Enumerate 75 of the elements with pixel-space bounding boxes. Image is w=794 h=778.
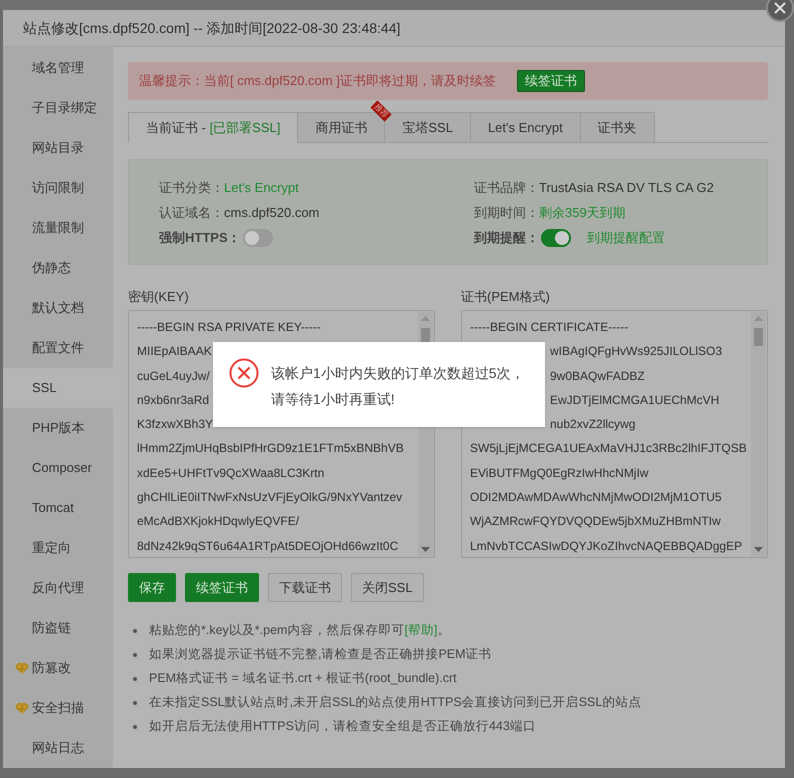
field-value: TrustAsia RSA DV TLS CA G2 bbox=[539, 178, 714, 197]
sidebar-item[interactable]: 反向代理 bbox=[3, 568, 113, 608]
scroll-down-icon[interactable] bbox=[754, 547, 763, 552]
sidebar-item[interactable]: 防篡改 bbox=[3, 648, 113, 688]
text-line: MIIEpAIBAAK bbox=[137, 344, 212, 358]
tab[interactable]: 证书夹 bbox=[580, 112, 655, 143]
field-label: 密钥(KEY) bbox=[128, 288, 190, 305]
sidebar-item[interactable]: 网站目录 bbox=[3, 128, 113, 168]
text-line: WjAZMRcwFQYDVQQDEw5jbXMuZHBmNTIw bbox=[470, 514, 721, 528]
sidebar-item[interactable]: 重定向 bbox=[3, 528, 113, 568]
text-line: K3fzxwXBh3Y bbox=[137, 417, 214, 432]
sidebar-item[interactable]: Tomcat bbox=[3, 488, 113, 528]
close-icon bbox=[774, 2, 786, 14]
sidebar-item[interactable]: PHP版本 bbox=[3, 408, 113, 448]
error-message: 该帐户1小时内失败的订单次数超过5次，请等待1小时再重试! bbox=[271, 364, 526, 409]
text-line: SW5jLjEjMCEGA1UEAxMaVHJ1c3RBc2lhIFJTQSB bbox=[470, 441, 747, 456]
text-line: ghCHlLiE0iITNwFxNsUzVFjEyOlkG/9NxYVantzev bbox=[137, 490, 402, 504]
field-label: 到期提醒： bbox=[474, 228, 539, 247]
field-value: cms.dpf520.com bbox=[224, 204, 320, 222]
sidebar-item[interactable]: 子目录绑定 bbox=[3, 88, 113, 128]
sidebar-item[interactable]: 伪静态 bbox=[3, 248, 113, 288]
field-label: 证书分类： bbox=[159, 178, 224, 197]
scroll-down-icon[interactable] bbox=[421, 547, 430, 552]
field-value: 剩余359天到期 bbox=[539, 204, 626, 222]
sidebar-item[interactable]: 域名管理 bbox=[3, 48, 113, 88]
text-area[interactable] bbox=[461, 310, 768, 558]
action-button[interactable]: 下载证书 bbox=[268, 573, 342, 602]
toggle-switch[interactable] bbox=[242, 228, 273, 246]
note-text: 在未指定SSL默认站点时,未开启SSL的站点使用HTTPS会直接访问到已开启SSL的站点 bbox=[149, 694, 642, 712]
text-line: n9xb6nr3aRd bbox=[137, 392, 210, 407]
text-line: xdEe5+UHFtTv9QcXWaa8LC3Krtn bbox=[137, 466, 324, 480]
field-label: 强制HTTPS： bbox=[159, 228, 241, 247]
note-text: PEM格式证书 = 域名证书.crt + 根证书(root_bundle).crt bbox=[149, 670, 457, 688]
sidebar-item[interactable]: 配置文件 bbox=[3, 328, 113, 368]
field-label: 证书(PEM格式) bbox=[461, 288, 551, 305]
action-button[interactable]: 保存 bbox=[128, 573, 176, 602]
note-text: 如果浏览器提示证书链不完整,请检查是否正确拼接PEM证书 bbox=[149, 646, 492, 664]
renew-button[interactable]: 续签证书 bbox=[516, 70, 585, 92]
scroll-thumb[interactable] bbox=[754, 328, 763, 346]
sidebar-item[interactable]: 默认文档 bbox=[3, 288, 113, 328]
action-button[interactable]: 关闭SSL bbox=[351, 573, 424, 602]
sidebar-item[interactable]: Composer bbox=[3, 448, 113, 488]
text-line: -----BEGIN CERTIFICATE----- bbox=[470, 320, 628, 334]
text-line: EViBUTFMgQ0EgRzIwHhcNMjIw bbox=[470, 466, 648, 480]
text-line: -----BEGIN RSA PRIVATE KEY----- bbox=[137, 320, 321, 334]
error-icon bbox=[229, 358, 259, 388]
text-line: 8dNz42k9qST6u64A1RTpAt5DEOjOHd66wzIt0C bbox=[137, 538, 398, 553]
toggle-switch[interactable] bbox=[541, 228, 571, 246]
text-line: ODI2MDAwMDAwWhcNMjMwODI2MjM1OTU5 bbox=[470, 490, 722, 504]
text-line: EwJDTjElMCMGA1UEChMcVH bbox=[550, 392, 720, 407]
sidebar-item[interactable]: 防盗链 bbox=[3, 608, 113, 648]
field-label: 到期时间： bbox=[474, 204, 539, 222]
sidebar-item[interactable]: 网站日志 bbox=[3, 728, 113, 768]
dialog-title: 站点修改[cms.dpf520.com] -- 添加时间[2022-08-30 23:48:44] bbox=[23, 18, 400, 38]
text-line: wIBAgIQFgHvWs925JILOLlSO3 bbox=[550, 344, 722, 358]
field-value: Let's Encrypt bbox=[224, 178, 299, 197]
text-line: 9w0BAQwFADBZ bbox=[550, 368, 645, 383]
field-label: 认证域名： bbox=[159, 204, 224, 222]
tab[interactable]: 当前证书 - [已部署SSL] bbox=[128, 112, 298, 143]
text-line: nub2xvZ2llcywg bbox=[550, 417, 636, 432]
warning-text: 温馨提示：当前[ cms.dpf520.com ]证书即将过期，请及时续签 bbox=[139, 72, 496, 90]
close-button[interactable] bbox=[766, 0, 794, 22]
note-text: 粘贴您的*.key以及*.pem内容，然后保存即可[帮助]。 bbox=[149, 622, 450, 640]
action-button[interactable]: 续签证书 bbox=[185, 573, 259, 602]
tab[interactable]: Let's Encrypt bbox=[470, 112, 581, 143]
sidebar-item[interactable]: 流量限制 bbox=[3, 208, 113, 248]
text-line: lHmm2ZjmUHqBsbIPfHrGD9z1E1FTm5xBNBhVB bbox=[137, 441, 404, 456]
text-line: eMcAdBXKjokHDqwlyEQVFE/ bbox=[137, 514, 300, 528]
text-line: LmNvbTCCASIwDQYJKoZIhvcNAQEBBQADggEP bbox=[470, 538, 742, 553]
scrollbar[interactable] bbox=[751, 312, 766, 556]
sidebar-item[interactable]: 安全扫描 bbox=[3, 688, 113, 728]
note-text: 如开启后无法使用HTTPS访问，请检查安全组是否正确放行443端口 bbox=[149, 718, 536, 736]
sidebar-item[interactable]: 访问限制 bbox=[3, 168, 113, 208]
field-label: 证书品牌： bbox=[474, 178, 539, 197]
text-line: cuGeL4uyJw/ bbox=[137, 368, 210, 383]
